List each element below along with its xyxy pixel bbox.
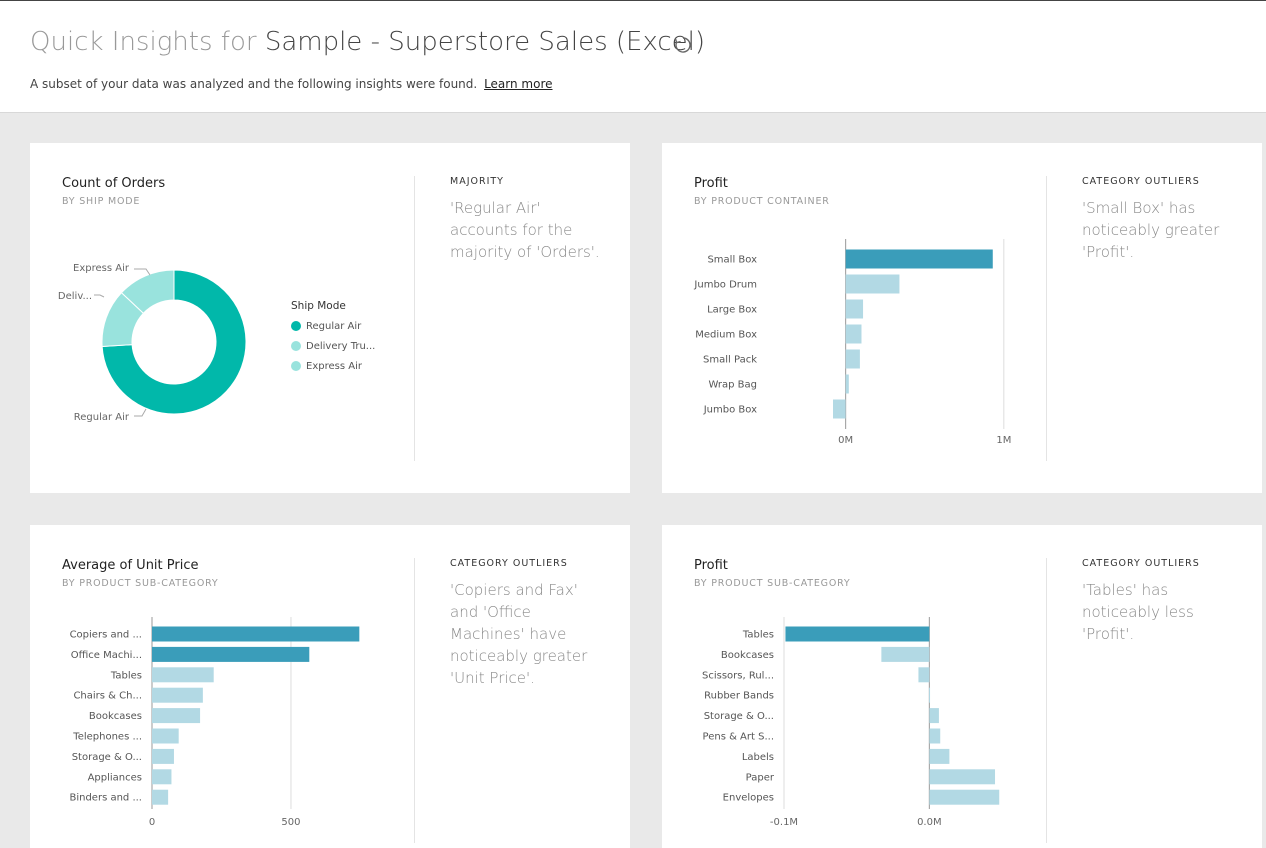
slice-label: Regular Air: [74, 412, 130, 423]
category-label: Bookcases: [89, 711, 142, 722]
bar: [929, 748, 950, 764]
bar: [929, 708, 939, 724]
bar: [845, 349, 860, 369]
legend-label: Express Air: [306, 361, 363, 372]
card-divider: [414, 558, 415, 843]
bar-chart: -0.1M 0.0M Tables Bookcases Scissors, Rul...…: [702, 617, 1000, 828]
insight-type: CATEGORY OUTLIERS: [1082, 176, 1200, 187]
slice-leader-line: [134, 408, 147, 417]
bar: [152, 667, 214, 683]
insight-type: CATEGORY OUTLIERS: [450, 558, 568, 569]
bar: [152, 646, 310, 662]
insight-text: 'Copiers and Fax' and 'Office Machines' …: [450, 581, 588, 687]
bar: [929, 728, 941, 744]
learn-more-link[interactable]: Learn more: [484, 77, 552, 91]
card-divider: [1046, 176, 1047, 461]
bar: [152, 728, 179, 744]
category-label: Jumbo Box: [703, 405, 757, 416]
bar: [845, 374, 849, 394]
legend-label: Delivery Tru...: [306, 341, 375, 352]
title-prefix: Quick Insights for: [30, 27, 257, 57]
category-label: Office Machi...: [71, 650, 142, 661]
bar: [845, 274, 900, 294]
bar: [152, 626, 360, 642]
category-label: Storage & O...: [72, 752, 142, 763]
donut-chart: Express Air Deliv... Regular Air Ship Mode R…: [58, 263, 375, 423]
category-label: Envelopes: [723, 793, 774, 804]
bar: [845, 249, 993, 269]
category-label: Telephones ...: [72, 732, 142, 743]
insight-type: MAJORITY: [450, 176, 504, 187]
bar: [152, 769, 172, 785]
category-label: Pens & Art S...: [703, 732, 774, 743]
category-label: Labels: [742, 752, 774, 763]
bar: [845, 299, 864, 319]
category-label: Tables: [742, 630, 774, 641]
x-tick-label: 0M: [838, 435, 853, 446]
insight-text: 'Tables' has noticeably less 'Profit'.: [1082, 581, 1194, 643]
bar: [929, 789, 1000, 805]
category-label: Binders and ...: [69, 793, 142, 804]
page-header: Quick Insights for Sample - Superstore S…: [0, 0, 1266, 113]
insight-card-profit-container[interactable]: Profit BY PRODUCT CONTAINER 0M 1M Small Bo…: [662, 143, 1262, 493]
bar: [152, 789, 169, 805]
bar: [918, 667, 930, 683]
x-tick-label: -0.1M: [770, 817, 798, 828]
legend-label: Regular Air: [306, 321, 362, 332]
category-label: Medium Box: [695, 330, 757, 341]
category-label: Jumbo Drum: [693, 280, 757, 291]
dataset-name: Sample - Superstore Sales (Excel): [264, 27, 706, 57]
bar: [152, 687, 203, 703]
insight-card-unit-price[interactable]: Average of Unit Price BY PRODUCT SUB-CAT…: [30, 525, 630, 848]
card-divider: [414, 176, 415, 461]
bar: [833, 399, 846, 419]
bar: [881, 646, 930, 662]
slice-label: Express Air: [73, 263, 130, 274]
bar: [929, 687, 931, 703]
category-label: Small Box: [707, 255, 757, 266]
legend-marker: [291, 341, 301, 351]
category-label: Small Pack: [703, 355, 757, 366]
slice-label: Deliv...: [58, 291, 92, 302]
page-title: Quick Insights for Sample - Superstore S…: [30, 27, 705, 57]
legend-title: Ship Mode: [291, 300, 346, 312]
page-subtitle: A subset of your data was analyzed and t…: [30, 77, 553, 91]
category-label: Wrap Bag: [708, 380, 757, 391]
bar: [152, 708, 201, 724]
slice-leader-line: [94, 294, 105, 298]
insight-card-count-of-orders[interactable]: Count of Orders BY SHIP MODE Express Air…: [30, 143, 630, 493]
legend-marker: [291, 321, 301, 331]
refresh-icon[interactable]: [673, 35, 693, 55]
category-label: Large Box: [707, 305, 757, 316]
card-divider: [1046, 558, 1047, 843]
category-label: Chairs & Ch...: [73, 691, 142, 702]
bar-chart: 0 500 Copiers and ... Office Machi... Tables…: [69, 617, 360, 828]
bar: [785, 626, 930, 642]
subtitle-text: A subset of your data was analyzed and t…: [30, 77, 478, 91]
category-label: Bookcases: [721, 650, 774, 661]
bar: [845, 324, 862, 344]
x-tick-label: 500: [281, 817, 300, 828]
insight-type: CATEGORY OUTLIERS: [1082, 558, 1200, 569]
x-tick-label: 0: [149, 817, 155, 828]
category-label: Rubber Bands: [704, 691, 774, 702]
category-label: Storage & O...: [704, 711, 774, 722]
category-label: Paper: [746, 772, 775, 783]
insight-card-profit-subcategory[interactable]: Profit BY PRODUCT SUB-CATEGORY -0.1M 0.0M…: [662, 525, 1262, 848]
bar: [152, 748, 174, 764]
category-label: Copiers and ...: [70, 630, 142, 641]
x-tick-label: 0.0M: [917, 817, 942, 828]
insight-text: 'Regular Air' accounts for the majority …: [450, 199, 600, 261]
insight-text: 'Small Box' has noticeably greater 'Prof…: [1082, 199, 1220, 261]
legend-marker: [291, 361, 301, 371]
bar-chart: 0M 1M Small Box Jumbo Drum Large Box Medium B…: [693, 239, 1011, 446]
slice-leader-line: [134, 268, 151, 276]
category-label: Scissors, Rul...: [702, 670, 774, 681]
x-tick-label: 1M: [996, 435, 1011, 446]
bar: [929, 769, 996, 785]
category-label: Tables: [110, 670, 142, 681]
category-label: Appliances: [88, 772, 142, 783]
